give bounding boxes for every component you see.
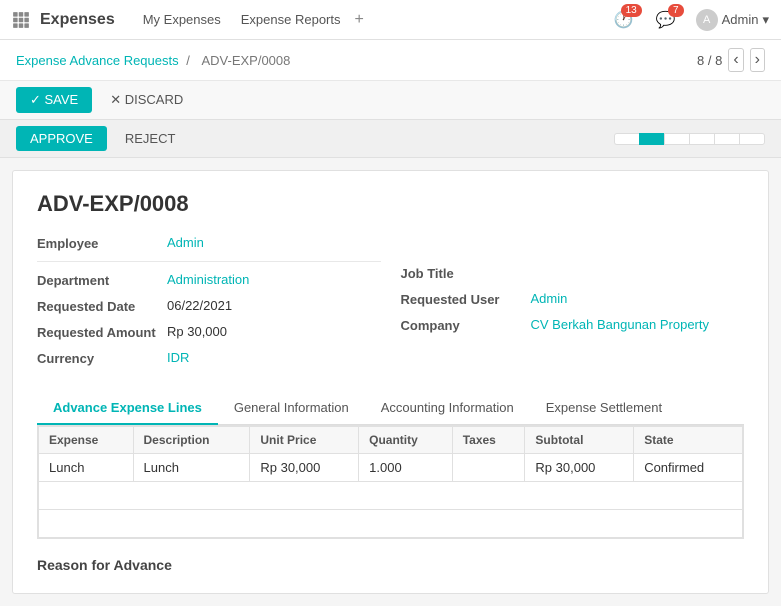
col-unit-price: Unit Price — [250, 427, 359, 454]
activity-badge[interactable]: 🕐 13 — [614, 10, 634, 30]
employee-field: Employee Admin — [37, 235, 381, 251]
table-row-empty — [39, 482, 743, 510]
step-confirmed[interactable] — [639, 133, 664, 145]
activity-count: 13 — [621, 4, 642, 17]
col-quantity: Quantity — [359, 427, 453, 454]
save-button[interactable]: ✓ SAVE — [16, 87, 92, 113]
reject-button[interactable]: REJECT — [115, 126, 186, 151]
right-fields: Job Title Requested User Admin Company C… — [401, 235, 745, 376]
reason-section: Reason for Advance — [37, 557, 744, 573]
department-field: Department Administration — [37, 272, 381, 288]
tab-general-information[interactable]: General Information — [218, 392, 365, 425]
breadcrumb: Expense Advance Requests / ADV-EXP/0008 — [16, 53, 294, 68]
requested-date-field: Requested Date 06/22/2021 — [37, 298, 381, 314]
tab-accounting-information[interactable]: Accounting Information — [365, 392, 530, 425]
nav-links: My Expenses Expense Reports + — [133, 0, 364, 40]
col-description: Description — [133, 427, 250, 454]
cell-taxes — [452, 454, 525, 482]
requested-amount-label: Requested Amount — [37, 324, 167, 340]
currency-value[interactable]: IDR — [167, 350, 189, 365]
expense-lines-table-container: Expense Description Unit Price Quantity … — [37, 425, 744, 539]
nav-expense-reports[interactable]: Expense Reports — [231, 0, 351, 40]
cell-unit-price: Rp 30,000 — [250, 454, 359, 482]
department-value[interactable]: Administration — [167, 272, 249, 287]
cell-state: Confirmed — [634, 454, 743, 482]
user-caret: ▾ — [762, 12, 769, 28]
main-content: ADV-EXP/0008 Employee Admin Department A… — [12, 170, 769, 594]
breadcrumb-bar: Expense Advance Requests / ADV-EXP/0008 … — [0, 40, 781, 81]
breadcrumb-separator: / — [186, 53, 190, 68]
table-row-empty2 — [39, 510, 743, 538]
table-row[interactable]: Lunch Lunch Rp 30,000 1.000 Rp 30,000 Co… — [39, 454, 743, 482]
message-badge[interactable]: 💬 7 — [656, 10, 676, 30]
employee-label: Employee — [37, 235, 167, 251]
requested-date-value: 06/22/2021 — [167, 298, 232, 313]
user-avatar: A — [696, 9, 718, 31]
status-bar: APPROVE REJECT — [0, 120, 781, 158]
app-brand: Expenses — [40, 11, 115, 29]
requested-user-label: Requested User — [401, 291, 531, 307]
step-paid[interactable] — [689, 133, 714, 145]
currency-label: Currency — [37, 350, 167, 366]
step-closed[interactable] — [739, 133, 765, 145]
requested-amount-field: Requested Amount Rp 30,000 — [37, 324, 381, 340]
col-state: State — [634, 427, 743, 454]
breadcrumb-parent[interactable]: Expense Advance Requests — [16, 53, 179, 68]
user-menu[interactable]: A Admin ▾ — [696, 9, 769, 31]
approve-button[interactable]: APPROVE — [16, 126, 107, 151]
discard-button[interactable]: ✕ DISCARD — [100, 87, 193, 113]
employee-value[interactable]: Admin — [167, 235, 204, 250]
nav-my-expenses[interactable]: My Expenses — [133, 0, 231, 40]
requested-user-field: Requested User Admin — [401, 291, 745, 307]
col-subtotal: Subtotal — [525, 427, 634, 454]
tab-expense-settlement[interactable]: Expense Settlement — [530, 392, 678, 425]
record-count: 8 / 8 — [697, 53, 722, 68]
company-value[interactable]: CV Berkah Bangunan Property — [531, 317, 710, 332]
currency-field: Currency IDR — [37, 350, 381, 366]
company-field: Company CV Berkah Bangunan Property — [401, 317, 745, 333]
requested-date-label: Requested Date — [37, 298, 167, 314]
col-expense: Expense — [39, 427, 134, 454]
requested-amount-value: Rp 30,000 — [167, 324, 227, 339]
apps-menu-icon[interactable] — [12, 11, 30, 29]
detail-tabs: Advance Expense Lines General Informatio… — [37, 392, 744, 425]
action-bar: ✓ SAVE ✕ DISCARD — [0, 81, 781, 120]
form-fields: Employee Admin Department Administration… — [37, 235, 744, 376]
nav-add-icon[interactable]: + — [355, 11, 364, 29]
reason-title: Reason for Advance — [37, 557, 744, 573]
nav-right: 🕐 13 💬 7 A Admin ▾ — [614, 9, 769, 31]
job-title-field: Job Title — [401, 265, 745, 281]
expense-lines-table: Expense Description Unit Price Quantity … — [38, 426, 743, 538]
record-navigation: 8 / 8 ‹ › — [697, 48, 765, 72]
cell-description: Lunch — [133, 454, 250, 482]
requested-user-value[interactable]: Admin — [531, 291, 568, 306]
company-label: Company — [401, 317, 531, 333]
workflow-steps — [614, 133, 765, 145]
department-label: Department — [37, 272, 167, 288]
job-title-label: Job Title — [401, 265, 531, 281]
col-taxes: Taxes — [452, 427, 525, 454]
document-title: ADV-EXP/0008 — [37, 191, 744, 217]
message-count: 7 — [668, 4, 684, 17]
breadcrumb-current: ADV-EXP/0008 — [201, 53, 290, 68]
top-navigation: Expenses My Expenses Expense Reports + 🕐… — [0, 0, 781, 40]
step-waiting-clearance[interactable] — [714, 133, 739, 145]
cell-subtotal: Rp 30,000 — [525, 454, 634, 482]
step-approved[interactable] — [664, 133, 689, 145]
next-record-button[interactable]: › — [750, 48, 765, 72]
cell-quantity: 1.000 — [359, 454, 453, 482]
cell-expense: Lunch — [39, 454, 134, 482]
step-draft[interactable] — [614, 133, 639, 145]
tab-advance-expense-lines[interactable]: Advance Expense Lines — [37, 392, 218, 425]
prev-record-button[interactable]: ‹ — [728, 48, 743, 72]
left-fields: Employee Admin Department Administration… — [37, 235, 381, 376]
user-name: Admin — [722, 12, 759, 27]
